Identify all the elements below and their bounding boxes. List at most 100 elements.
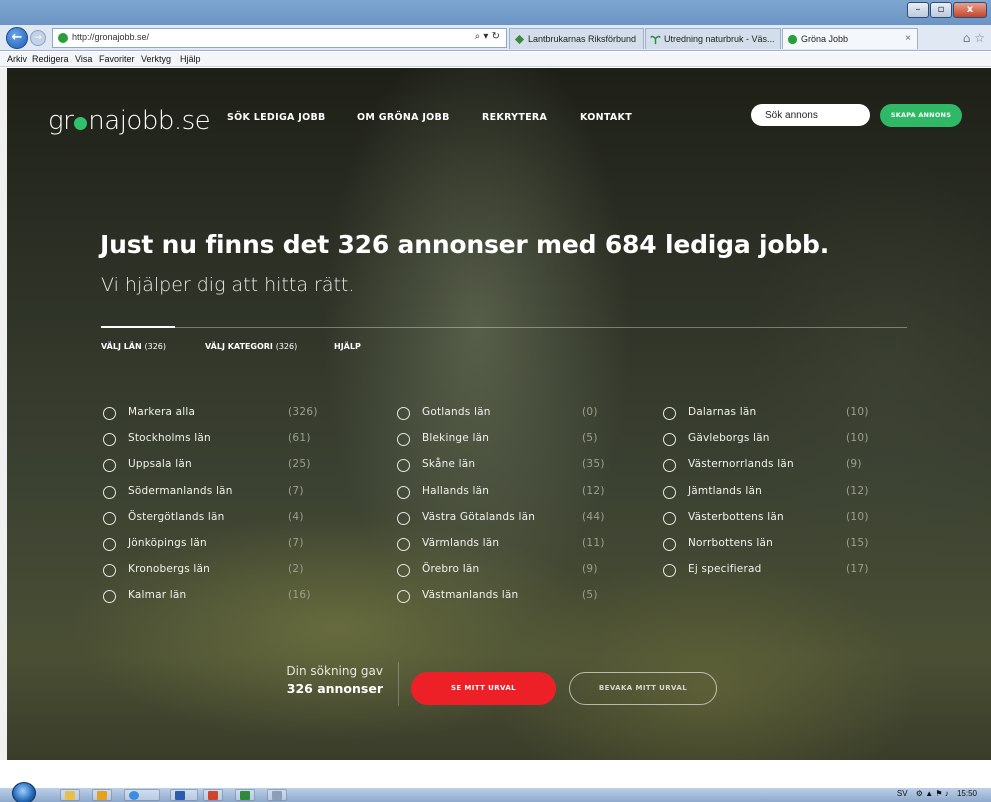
radio-circle-icon[interactable] [397, 407, 410, 420]
active-tab-indicator [101, 326, 175, 328]
taskbar-word[interactable] [170, 789, 198, 801]
radio-circle-icon[interactable] [663, 486, 676, 499]
county-option[interactable]: Kronobergs län (2) [103, 563, 333, 579]
nav-kontakt[interactable]: KONTAKT [580, 112, 632, 123]
county-option[interactable]: Södermanlands län (7) [103, 485, 333, 501]
app-icon [272, 791, 282, 800]
radio-circle-icon[interactable] [103, 512, 116, 525]
county-option[interactable]: Jönköpings län (7) [103, 537, 333, 553]
see-selection-button[interactable]: SE MITT URVAL [411, 672, 556, 705]
radio-circle-icon[interactable] [663, 459, 676, 472]
url-text: http://gronajobb.se/ [72, 32, 150, 42]
radio-circle-icon[interactable] [103, 407, 116, 420]
address-bar[interactable]: http://gronajobb.se/ ⌕ ▾ ↻ [52, 28, 507, 48]
minimize-button[interactable]: – [907, 2, 929, 18]
county-option[interactable]: Kalmar län (16) [103, 589, 333, 605]
tab-valj-kategori[interactable]: VÄLJ KATEGORI (326) [205, 342, 297, 351]
menu-visa[interactable]: Visa [75, 54, 92, 64]
site-logo[interactable]: gr najobb.se [48, 106, 211, 136]
ie-icon [129, 791, 139, 800]
county-option[interactable]: Markera alla (326) [103, 406, 333, 422]
county-option[interactable]: Västra Götalands län (44) [397, 511, 627, 527]
radio-circle-icon[interactable] [397, 538, 410, 551]
county-option[interactable]: Dalarnas län (10) [663, 406, 893, 422]
tab-valj-lan[interactable]: VÄLJ LÄN (326) [101, 342, 166, 351]
search-ads-input[interactable] [751, 104, 870, 126]
search-refresh-icons[interactable]: ⌕ ▾ ↻ [475, 31, 500, 42]
close-tab-icon[interactable]: × [905, 33, 911, 44]
taskbar-explorer[interactable] [60, 789, 80, 801]
hero-subline: Vi hjälper dig att hitta rätt. [101, 274, 355, 296]
radio-circle-icon[interactable] [103, 564, 116, 577]
tab-grona-jobb[interactable]: Gröna Jobb × [782, 28, 918, 49]
radio-circle-icon[interactable] [103, 459, 116, 472]
radio-circle-icon[interactable] [397, 433, 410, 446]
result-count: 326 annonser [286, 681, 383, 696]
county-option[interactable]: Västmanlands län (5) [397, 589, 627, 605]
back-button[interactable]: ← [6, 27, 28, 49]
radio-circle-icon[interactable] [397, 459, 410, 472]
county-option[interactable]: Ej specifierad (17) [663, 563, 893, 579]
radio-circle-icon[interactable] [397, 590, 410, 603]
taskbar-outlook[interactable] [92, 789, 112, 801]
county-option[interactable]: Skåne län (35) [397, 458, 627, 474]
close-window-button[interactable]: x [953, 2, 987, 18]
nav-rekrytera[interactable]: REKRYTERA [482, 112, 547, 123]
county-name: Södermanlands län [128, 485, 233, 497]
radio-circle-icon[interactable] [103, 486, 116, 499]
radio-circle-icon[interactable] [663, 407, 676, 420]
radio-circle-icon[interactable] [103, 590, 116, 603]
county-option[interactable]: Västerbottens län (10) [663, 511, 893, 527]
county-option[interactable]: Stockholms län (61) [103, 432, 333, 448]
radio-circle-icon[interactable] [663, 512, 676, 525]
county-option[interactable]: Hallands län (12) [397, 485, 627, 501]
tray-icons[interactable]: ⚙ ▲ ⚑ ♪ [916, 789, 949, 798]
county-count: (44) [582, 511, 605, 523]
menu-bar: Arkiv Redigera Visa Favoriter Verktyg Hj… [0, 52, 991, 67]
county-count: (35) [582, 458, 605, 470]
tab-hjalp[interactable]: HJÄLP [334, 342, 361, 351]
county-option[interactable]: Värmlands län (11) [397, 537, 627, 553]
county-option[interactable]: Jämtlands län (12) [663, 485, 893, 501]
county-option[interactable]: Blekinge län (5) [397, 432, 627, 448]
radio-circle-icon[interactable] [103, 538, 116, 551]
county-option[interactable]: Västernorrlands län (9) [663, 458, 893, 474]
county-option[interactable]: Gävleborgs län (10) [663, 432, 893, 448]
menu-verktyg[interactable]: Verktyg [141, 54, 171, 64]
menu-hjalp[interactable]: Hjälp [180, 54, 201, 64]
nav-om-grona-jobb[interactable]: OM GRÖNA JOBB [357, 112, 450, 123]
radio-circle-icon[interactable] [397, 564, 410, 577]
watch-selection-button[interactable]: BEVAKA MITT URVAL [569, 672, 717, 705]
taskbar-powerpoint[interactable] [203, 789, 223, 801]
windows-start-icon[interactable] [12, 782, 36, 802]
clock[interactable]: 15:50 [957, 789, 977, 798]
menu-favoriter[interactable]: Favoriter [99, 54, 135, 64]
radio-circle-icon[interactable] [663, 564, 676, 577]
radio-circle-icon[interactable] [663, 538, 676, 551]
taskbar-excel[interactable] [235, 789, 255, 801]
radio-circle-icon[interactable] [663, 433, 676, 446]
menu-redigera[interactable]: Redigera [32, 54, 69, 64]
tab-lantbrukarnas[interactable]: Lantbrukarnas Riksförbund [509, 28, 644, 49]
nav-sok-lediga-jobb[interactable]: SÖK LEDIGA JOBB [227, 112, 326, 123]
taskbar-app[interactable] [267, 789, 287, 801]
page-left-edge [0, 68, 7, 760]
county-option[interactable]: Uppsala län (25) [103, 458, 333, 474]
radio-circle-icon[interactable] [103, 433, 116, 446]
language-indicator[interactable]: SV [897, 789, 908, 798]
county-option[interactable]: Norrbottens län (15) [663, 537, 893, 553]
menu-arkiv[interactable]: Arkiv [7, 54, 27, 64]
create-ad-button[interactable]: SKAPA ANNONS [880, 104, 962, 127]
radio-circle-icon[interactable] [397, 512, 410, 525]
county-count: (17) [846, 563, 869, 575]
maximize-button[interactable]: ▫ [930, 2, 952, 18]
tab-utredning[interactable]: Utredning naturbruk - Väs... [645, 28, 781, 49]
home-favorites-icons[interactable]: ⌂ ☆ [963, 31, 985, 45]
taskbar-internet-explorer[interactable] [124, 789, 160, 801]
forward-button[interactable]: → [30, 30, 46, 46]
county-option[interactable]: Östergötlands län (4) [103, 511, 333, 527]
county-option[interactable]: Örebro län (9) [397, 563, 627, 579]
radio-circle-icon[interactable] [397, 486, 410, 499]
county-option[interactable]: Gotlands län (0) [397, 406, 627, 422]
county-name: Markera alla [128, 406, 196, 418]
